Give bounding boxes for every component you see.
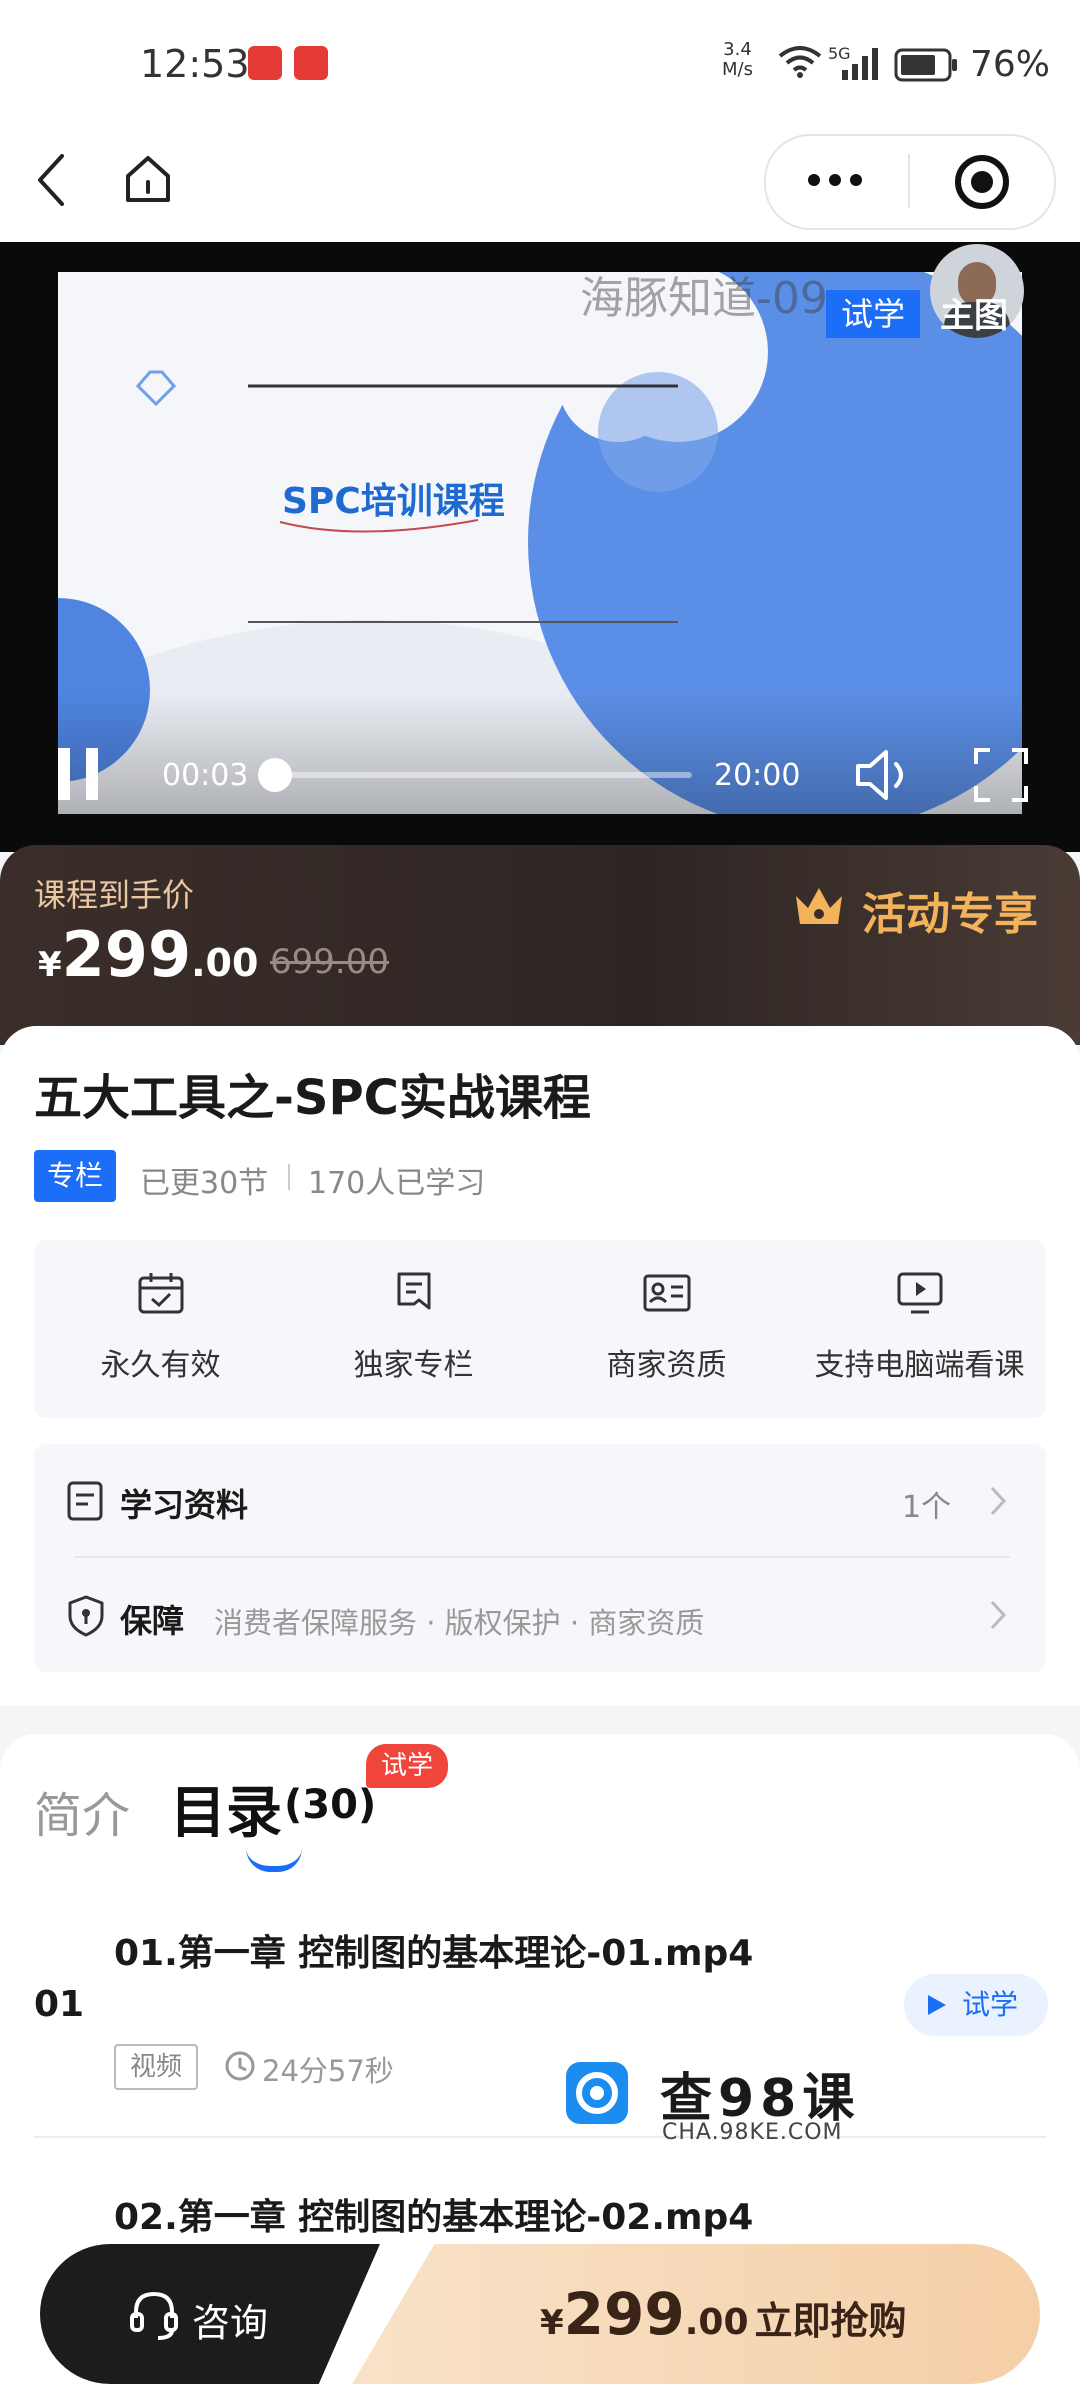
app-notification-icon [294, 46, 328, 80]
total-time: 20:00 [714, 758, 801, 793]
bookmark-icon [397, 1272, 430, 1310]
record-target-icon[interactable] [954, 154, 1010, 210]
meta-divider [288, 1164, 290, 1190]
price-decimal: .00 [191, 941, 259, 985]
learner-count: 170人已学习 [308, 1166, 486, 1201]
lesson-title: 01.第一章 控制图的基本理论-01.mp4 [114, 1933, 754, 1974]
instructor-label: 主图 [940, 296, 1008, 336]
app-notification-icon [248, 46, 282, 80]
battery-percent: 76% [970, 44, 1051, 85]
cell-signal-icon [842, 48, 878, 80]
trial-button-label: 试学 [962, 1988, 1019, 2021]
chevron-right-icon [990, 1486, 1007, 1516]
lesson-title[interactable]: 02.第一章 控制图的基本理论-02.mp4 [114, 2188, 753, 2240]
buy-currency: ¥ [540, 2303, 564, 2343]
watermark-logo-icon [566, 2062, 628, 2124]
watermark-subtext: CHA.98KE.COM [662, 2120, 843, 2145]
feature-label: 支持电脑端看课 [814, 1348, 1025, 1383]
network-speed: 3.4 M/s [722, 40, 753, 80]
current-time: 00:03 [162, 758, 249, 793]
video-watermark: 海豚知道-09 [580, 273, 828, 324]
buy-price-integer: 299 [563, 2280, 685, 2348]
tab-catalog[interactable]: 目录 [170, 1768, 282, 1849]
feature-label: 永久有效 [100, 1348, 221, 1383]
feature-exclusive: 独家专栏 [287, 1270, 540, 1384]
list-divider [74, 1556, 1010, 1558]
monitor-play-icon [897, 1272, 942, 1314]
consult-label: 咨询 [192, 2301, 269, 2345]
lesson-duration: 24分57秒 [262, 2054, 394, 2088]
net-speed-value: 3.4 [723, 39, 752, 60]
crown-icon [796, 888, 842, 924]
lesson-number: 01 [34, 1984, 85, 2025]
feature-merchant: 商家资质 [540, 1270, 793, 1384]
calendar-check-icon [138, 1273, 183, 1314]
slide-title: SPC培训课程 [282, 481, 505, 522]
volume-icon[interactable] [854, 748, 916, 802]
buy-now-content: ¥299.00 立即抢购 [540, 2280, 907, 2348]
column-tag: 专栏 [34, 1150, 116, 1202]
capsule-divider [908, 154, 910, 208]
lesson-type-tag: 视频 [114, 2044, 198, 2090]
pause-icon[interactable] [56, 746, 100, 802]
id-card-icon [643, 1274, 690, 1312]
tab-intro[interactable]: 简介 [34, 1776, 130, 1846]
fullscreen-icon[interactable] [974, 748, 1028, 802]
guarantee-label: 保障 [120, 1602, 185, 1640]
battery-icon [894, 48, 957, 82]
price-current: ¥299.00 [38, 918, 258, 991]
net-speed-unit: M/s [722, 59, 753, 80]
price-integer: 299 [61, 918, 192, 991]
progress-track[interactable] [272, 772, 692, 778]
promo-label: 活动专享 [862, 889, 1038, 940]
wifi-icon [778, 46, 822, 78]
catalog-count: (30) [284, 1782, 377, 1828]
feature-label: 独家专栏 [353, 1348, 474, 1383]
more-dots-icon[interactable] [800, 166, 870, 194]
home-icon[interactable] [124, 154, 172, 204]
chevron-right-icon [990, 1600, 1007, 1630]
play-icon [928, 1995, 946, 2015]
trial-play-button[interactable]: 试学 [904, 1974, 1048, 2036]
clock-icon [225, 2051, 255, 2081]
lesson-divider [34, 2136, 1046, 2138]
video-frame: SPC培训课程 [58, 272, 1022, 814]
progress-thumb[interactable] [258, 758, 292, 792]
shield-icon [68, 1595, 104, 1637]
chevron-left-icon[interactable] [34, 152, 68, 208]
buy-label: 立即抢购 [754, 2299, 907, 2343]
trial-badge: 试学 [826, 290, 920, 338]
headset-icon [130, 2291, 178, 2340]
price-label: 课程到手价 [34, 876, 195, 914]
buy-price-decimal: .00 [684, 2302, 749, 2343]
guarantee-items: 消费者保障服务 · 版权保护 · 商家资质 [214, 1606, 705, 1640]
document-icon [67, 1481, 103, 1521]
trial-badge: 试学 [366, 1744, 448, 1788]
materials-label: 学习资料 [120, 1486, 249, 1524]
status-time: 12:53 [140, 42, 250, 86]
slide-background [58, 272, 1022, 814]
price-original: 699.00 [270, 942, 389, 982]
feature-label: 商家资质 [606, 1348, 727, 1383]
feature-pc: 支持电脑端看课 [793, 1270, 1046, 1384]
updated-count: 已更30节 [140, 1166, 269, 1201]
materials-count: 1个 [902, 1490, 952, 1525]
price-currency: ¥ [38, 945, 62, 985]
feature-permanent: 永久有效 [34, 1270, 287, 1384]
course-title: 五大工具之-SPC实战课程 [34, 1070, 591, 1126]
